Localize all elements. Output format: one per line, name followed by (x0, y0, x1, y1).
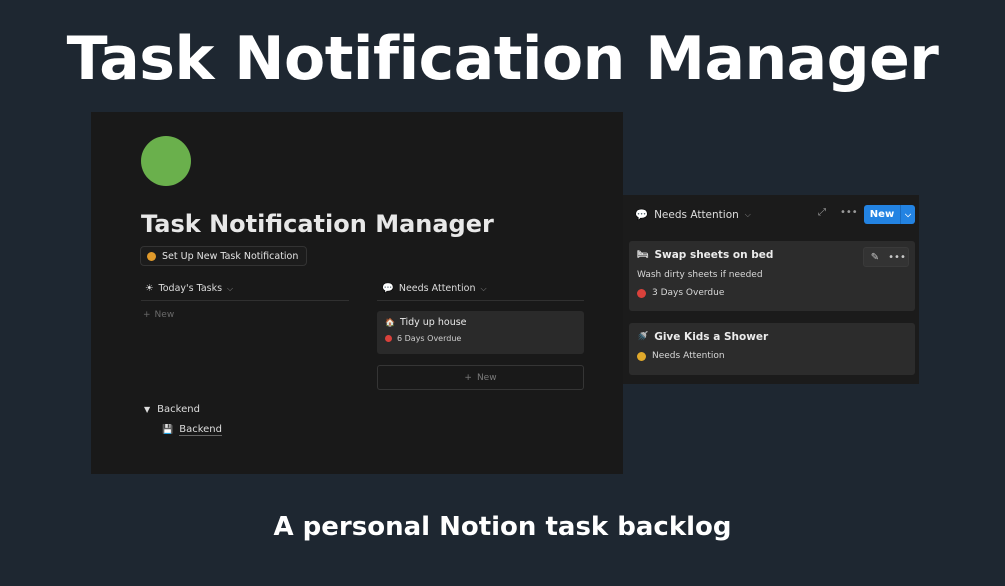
task-title: Give Kids a Shower (654, 331, 769, 343)
shower-icon: 🚿 (637, 332, 649, 342)
plus-icon: + (464, 372, 472, 383)
floppy-disk-icon: 💾 (162, 425, 174, 435)
panel-header[interactable]: 💬 Needs Attention ⌵ (635, 208, 751, 222)
divider (141, 300, 349, 301)
needs-attention-header[interactable]: 💬 Needs Attention ⌵ (382, 283, 487, 294)
chevron-down-icon: ⌵ (227, 283, 234, 293)
hero-title: Task Notification Manager (66, 24, 939, 94)
edit-pencil-icon[interactable]: ✎ (864, 248, 886, 266)
more-icon[interactable]: ••• (886, 248, 908, 266)
yellow-dot-icon (637, 351, 646, 361)
panel-new-button[interactable]: New ⌵ (864, 205, 915, 224)
setup-notification-button[interactable]: Set Up New Task Notification (140, 246, 308, 266)
plus-icon: + (143, 310, 151, 320)
page-title: Task Notification Manager (141, 210, 494, 238)
task-card-swap-sheets[interactable]: 🛏 Swap sheets on bed Wash dirty sheets i… (629, 241, 915, 311)
speech-bubble-icon: 💬 (382, 283, 394, 294)
backend-link-label: Backend (179, 424, 222, 436)
task-description: Wash dirty sheets if needed (637, 270, 763, 280)
todays-tasks-label: Today's Tasks (158, 283, 223, 294)
task-status: 3 Days Overdue (652, 288, 725, 298)
task-card-tidy-up-house[interactable]: 🏠 Tidy up house 6 Days Overdue (377, 311, 584, 354)
more-icon[interactable]: ••• (840, 207, 858, 218)
panel-tools: ⤢ ••• (818, 207, 858, 218)
bed-icon: 🛏 (637, 250, 649, 260)
task-title: Tidy up house (399, 317, 467, 328)
setup-button-label: Set Up New Task Notification (162, 250, 299, 262)
chevron-down-icon: ⌵ (744, 209, 751, 219)
backend-toggle-label: Backend (157, 404, 200, 415)
todays-tasks-new-button[interactable]: + New (143, 310, 174, 320)
backend-page-link[interactable]: 💾 Backend (162, 424, 222, 436)
task-status: Needs Attention (652, 351, 725, 361)
divider (377, 300, 584, 301)
todays-tasks-header[interactable]: ☀ Today's Tasks ⌵ (145, 283, 233, 294)
chevron-down-icon: ⌵ (480, 283, 487, 293)
hero-subtitle: A personal Notion task backlog (273, 512, 732, 542)
task-card-give-kids-shower[interactable]: 🚿 Give Kids a Shower Needs Attention (629, 323, 915, 375)
expand-icon[interactable]: ⤢ (818, 207, 826, 218)
new-label: New (476, 372, 497, 383)
task-title: Swap sheets on bed (654, 249, 774, 261)
new-button-label: New (869, 209, 895, 220)
new-label: New (154, 310, 175, 320)
sun-icon: ☀ (145, 283, 154, 294)
task-status: 6 Days Overdue (397, 334, 462, 343)
notion-page: Task Notification Manager Set Up New Tas… (91, 112, 623, 474)
house-icon: 🏠 (385, 318, 395, 327)
orange-dot-icon (147, 251, 156, 261)
needs-attention-label: Needs Attention (398, 283, 476, 294)
red-dot-icon (637, 288, 646, 298)
triangle-down-icon: ▼ (144, 405, 151, 414)
needs-attention-panel: 💬 Needs Attention ⌵ ⤢ ••• New ⌵ 🛏 Swap s… (623, 195, 919, 384)
page-icon[interactable] (141, 136, 191, 186)
speech-bubble-icon: 💬 (635, 209, 649, 221)
backend-toggle[interactable]: ▼ Backend (144, 404, 200, 415)
chevron-down-icon[interactable]: ⌵ (900, 205, 915, 224)
panel-title: Needs Attention (654, 208, 739, 221)
card-tools: ✎ ••• (863, 247, 909, 267)
needs-attention-new-button[interactable]: + New (377, 365, 584, 390)
red-dot-icon (385, 335, 392, 342)
